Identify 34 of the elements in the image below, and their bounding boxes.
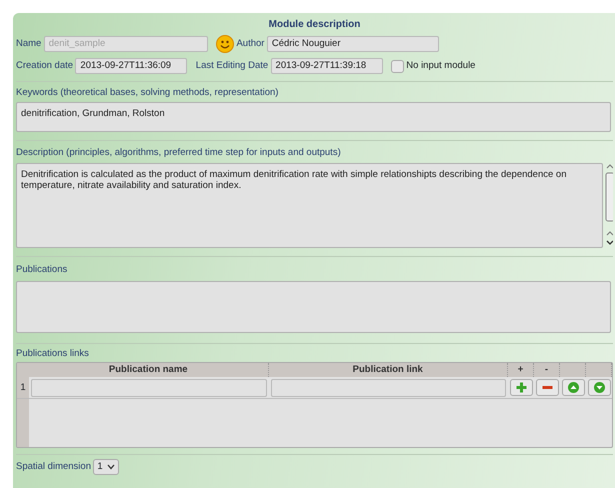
publications-field[interactable] [16,281,611,333]
panel-title: Module description [268,18,362,32]
dimension-select[interactable]: 1 [93,459,119,475]
move-down-button[interactable] [588,379,610,396]
add-icon [514,381,528,394]
row-header-strip [17,399,29,447]
row-number: 1 [17,377,29,398]
smiley-icon [216,35,234,53]
name-field: denit_sample [44,36,208,52]
table-input[interactable] [270,378,506,396]
author-field[interactable]: Cédric Nouguier [266,36,439,52]
checkbox-label: No input module [406,58,476,73]
description-field[interactable]: Denitrification is calculated as the product of maximum denitrification rate with simple relationshipts describing the dependence on temperature, nitrate availability and saturation index. [16,163,604,248]
remove-button[interactable] [536,379,558,396]
field-label: Name [16,36,42,51]
keywords-field[interactable]: denitrification, Grundman, Rolston [16,102,611,132]
add-button[interactable] [510,379,532,396]
section-label: Publications [16,263,68,277]
section-label: Publications links [16,347,90,361]
date-field[interactable]: 2013-09-27T11:36:09 [75,58,188,74]
checkbox[interactable] [390,60,404,72]
date-field[interactable]: 2013-09-27T11:39:18 [270,58,383,74]
column-header: + [508,363,534,377]
table-input[interactable] [31,378,266,396]
section-label: Keywords (theoretical bases, solving methods, representation) [16,86,280,100]
column-header: - [534,363,560,377]
field-label: Author [236,36,264,51]
move-up-button[interactable] [562,379,584,396]
field-label: Last Editing Date [196,58,268,73]
field-label: Creation date [16,58,74,73]
column-header: Publication link [268,363,508,377]
chevron-down-icon [106,464,115,470]
field-label: Spatial dimension [16,460,91,474]
section-label: Description (principles, algorithms, preferred time step for inputs and outputs) [16,146,342,160]
